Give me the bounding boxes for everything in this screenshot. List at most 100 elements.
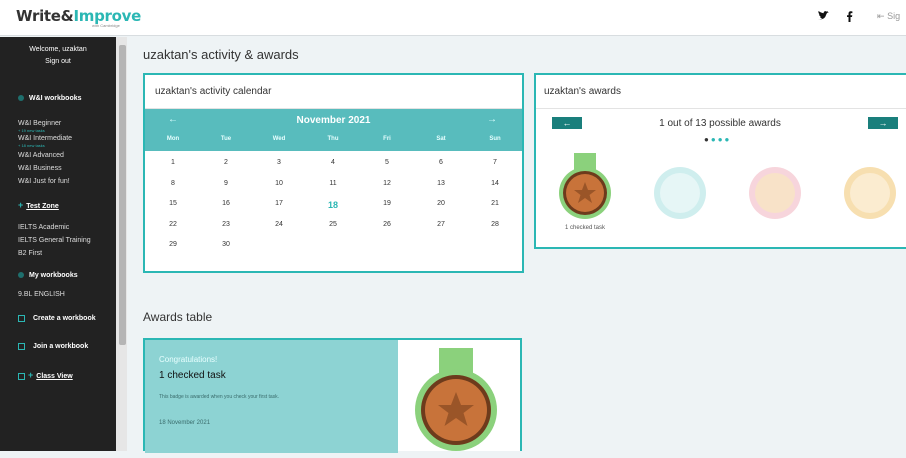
awards-next-button[interactable]: → (868, 117, 898, 129)
calendar-day[interactable]: 1 (153, 159, 193, 166)
page-title: uzaktan's activity & awards (143, 47, 299, 62)
square-icon (18, 314, 25, 322)
test-zone-heading[interactable]: + Test Zone (0, 193, 116, 217)
page-dot[interactable]: ● (725, 135, 732, 144)
weekday-label: Sat (436, 136, 446, 142)
calendar-day[interactable]: 30 (206, 241, 246, 248)
calendar-day[interactable]: 2 (206, 159, 246, 166)
join-workbook-button[interactable]: Join a workbook (0, 333, 116, 361)
calendar-day[interactable]: 7 (475, 159, 515, 166)
calendar-day-active[interactable]: 18 (313, 200, 353, 210)
create-workbook-button[interactable]: Create a workbook (0, 305, 116, 333)
calendar-day[interactable]: 9 (206, 180, 246, 187)
sidebar-item-wi-advanced[interactable]: W&I Advanced (0, 149, 116, 162)
calendar-day[interactable]: 16 (206, 200, 246, 207)
calendar-day[interactable]: 27 (421, 221, 461, 228)
my-workbooks-label: My workbooks (29, 272, 78, 279)
wi-workbooks-heading-label: W&I workbooks (29, 95, 82, 102)
calendar-next-button[interactable]: → (487, 114, 497, 125)
awards-title: uzaktan's awards (536, 75, 906, 109)
calendar-day[interactable]: 25 (313, 221, 353, 228)
sidebar-item-wi-just-for-fun[interactable]: W&I Just for fun! (0, 175, 116, 188)
sidebar-scroll-thumb[interactable] (119, 45, 126, 345)
top-bar: Write&Improve with Cambridge ⇤ Sig (0, 0, 906, 36)
welcome-text: Welcome, uzaktan (29, 46, 87, 53)
awards-card: uzaktan's awards ← 1 out of 13 possible … (534, 73, 906, 249)
test-zone-label: Test Zone (26, 203, 59, 210)
calendar-day[interactable]: 21 (475, 200, 515, 207)
calendar-weekdays: Mon Tue Wed Thu Fri Sat Sun (145, 136, 522, 148)
award-details-panel: Congratulations! 1 checked task This bad… (145, 340, 398, 453)
bullet-icon (18, 95, 24, 102)
calendar-day[interactable]: 4 (313, 159, 353, 166)
awards-table-title: Awards table (143, 310, 213, 324)
calendar-day[interactable]: 12 (367, 180, 407, 187)
calendar-day[interactable]: 13 (421, 180, 461, 187)
award-congrats: Congratulations! (159, 355, 218, 364)
sidebar-item-9bl-english[interactable]: 9.BL ENGLISH (0, 288, 116, 301)
weekday-label: Sun (489, 136, 501, 142)
awards-table-card: Congratulations! 1 checked task This bad… (143, 338, 522, 453)
sidebar-item-ielts-academic[interactable]: IELTS Academic (0, 221, 116, 234)
calendar-title: uzaktan's activity calendar (145, 75, 522, 109)
award-date: 18 November 2021 (159, 420, 211, 426)
locked-medal-icon[interactable] (746, 153, 804, 223)
sidebar-signout[interactable]: Sign out (0, 56, 116, 68)
bronze-medal-large-icon (411, 348, 501, 453)
sidebar-user: Welcome, uzaktan Sign out (0, 37, 116, 77)
page-dot[interactable]: ● (711, 135, 718, 144)
calendar-day[interactable]: 14 (475, 180, 515, 187)
class-view-link[interactable]: + Class View (0, 361, 116, 389)
page-dot-active[interactable]: ● (704, 135, 711, 144)
header-signout[interactable]: ⇤ Sig (877, 11, 900, 22)
locked-medal-icon[interactable] (651, 153, 709, 223)
awards-page-dots[interactable]: ●●●● (704, 135, 731, 144)
calendar-day[interactable]: 23 (206, 221, 246, 228)
new-tasks-badge: + 19 new tasks (18, 128, 45, 133)
weekday-label: Fri (383, 136, 391, 142)
activity-calendar-card: uzaktan's activity calendar ← November 2… (143, 73, 524, 273)
wi-workbooks-heading[interactable]: W&I workbooks (0, 87, 116, 111)
calendar-day[interactable]: 5 (367, 159, 407, 166)
square-icon (18, 372, 25, 380)
calendar-day[interactable]: 19 (367, 200, 407, 207)
create-workbook-label: Create a workbook (33, 315, 96, 322)
locked-medal-icon[interactable] (841, 153, 899, 223)
calendar-day[interactable]: 11 (313, 180, 353, 187)
calendar-day[interactable]: 15 (153, 200, 193, 207)
plus-icon: + (28, 370, 34, 380)
calendar-day[interactable]: 17 (259, 200, 299, 207)
page-dot[interactable]: ● (718, 135, 725, 144)
class-view-label: Class View (36, 373, 73, 380)
facebook-icon[interactable] (846, 11, 853, 25)
calendar-header: ← November 2021 → Mon Tue Wed Thu Fri Sa… (145, 109, 522, 151)
calendar-day[interactable]: 24 (259, 221, 299, 228)
calendar-day[interactable]: 10 (259, 180, 299, 187)
my-workbooks-heading[interactable]: My workbooks (0, 264, 116, 288)
sidebar-item-wi-beginner[interactable]: W&I Beginner + 19 new tasks (0, 119, 116, 134)
new-tasks-badge: + 18 new tasks (18, 143, 45, 148)
logo-amp: & (60, 7, 74, 25)
calendar-day[interactable]: 26 (367, 221, 407, 228)
calendar-day[interactable]: 22 (153, 221, 193, 228)
weekday-label: Mon (166, 136, 180, 142)
plus-icon: + (18, 200, 24, 210)
bullet-icon (18, 272, 24, 279)
calendar-day[interactable]: 28 (475, 221, 515, 228)
calendar-day[interactable]: 8 (153, 180, 193, 187)
logo[interactable]: Write&Improve (16, 7, 141, 25)
twitter-icon[interactable] (818, 11, 829, 24)
square-icon (18, 342, 25, 350)
calendar-day[interactable]: 20 (421, 200, 461, 207)
calendar-day[interactable]: 29 (153, 241, 193, 248)
sidebar-item-wi-intermediate[interactable]: W&I Intermediate + 18 new tasks (0, 134, 116, 149)
sidebar-item-label: W&I Intermediate (18, 135, 73, 142)
sidebar-item-ielts-general[interactable]: IELTS General Training (0, 234, 116, 247)
award-description: This badge is awarded when you check you… (159, 394, 280, 400)
award-title: 1 checked task (159, 370, 226, 381)
calendar-day[interactable]: 6 (421, 159, 461, 166)
bronze-medal-icon[interactable] (556, 153, 614, 223)
calendar-day[interactable]: 3 (259, 159, 299, 166)
sidebar-item-wi-business[interactable]: W&I Business (0, 162, 116, 175)
sidebar-item-b2-first[interactable]: B2 First (0, 247, 116, 260)
